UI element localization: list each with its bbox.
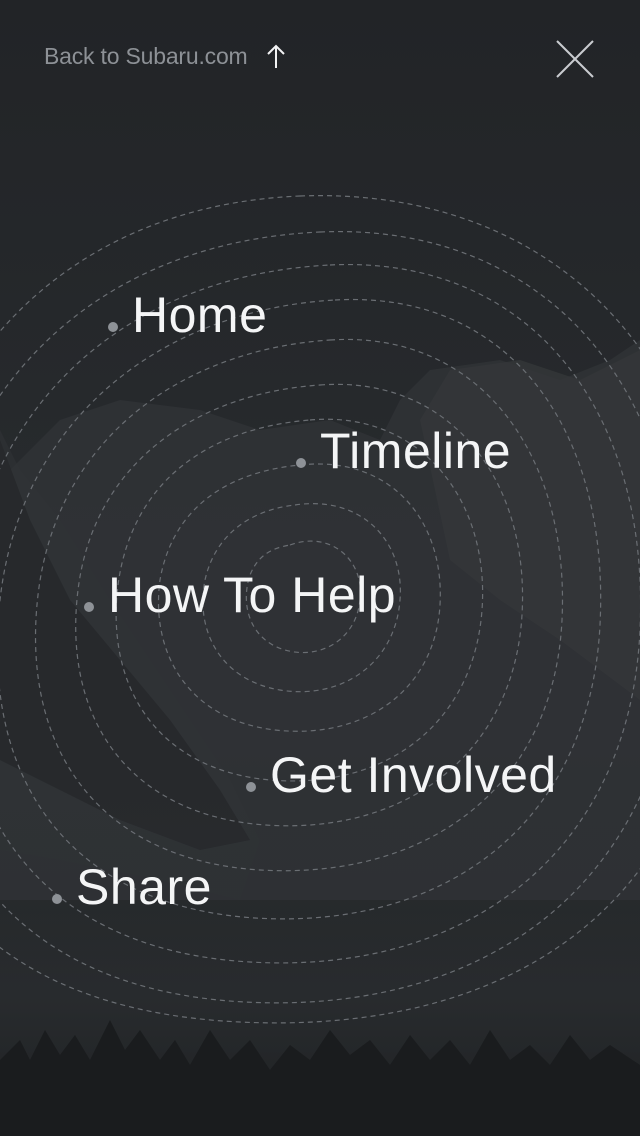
nav-item-label: Home <box>132 287 268 343</box>
close-icon <box>556 40 594 78</box>
top-bar: Back to Subaru.com <box>0 0 640 110</box>
nav-dot <box>84 602 94 612</box>
nav-item-how-to-help[interactable]: How To Help <box>84 570 396 620</box>
nav-item-label: How To Help <box>108 567 397 623</box>
nav-item-timeline[interactable]: Timeline <box>296 426 511 476</box>
nav-dot <box>296 458 306 468</box>
nav-item-label: Share <box>76 859 212 915</box>
nav-item-home[interactable]: Home <box>108 290 267 340</box>
nav-item-get-involved[interactable]: Get Involved <box>246 750 557 800</box>
close-button[interactable] <box>552 36 598 82</box>
nav-item-label: Get Involved <box>270 747 557 803</box>
nav-dot <box>246 782 256 792</box>
nav-dot <box>108 322 118 332</box>
back-link-label: Back to Subaru.com <box>44 42 248 69</box>
back-to-subaru-link[interactable]: Back to Subaru.com <box>44 40 288 72</box>
nav-item-share[interactable]: Share <box>52 862 212 912</box>
nav-item-label: Timeline <box>320 423 512 479</box>
nav-dot <box>52 894 62 904</box>
arrow-up-icon <box>266 44 285 68</box>
menu-overlay: Back to Subaru.com Home Timeline How To … <box>0 0 640 1136</box>
